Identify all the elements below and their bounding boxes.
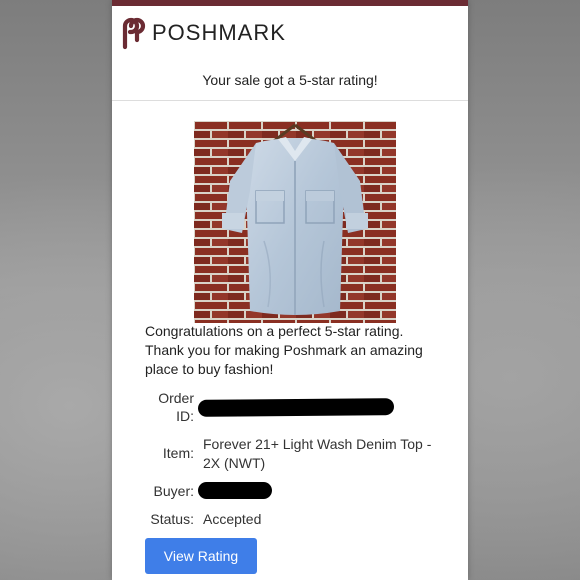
brand-top-bar (112, 0, 468, 6)
order-id-label: Order ID: (152, 389, 194, 425)
order-id-redaction (197, 398, 395, 417)
buyer-redaction (198, 482, 272, 499)
item-value-line2: 2X (NWT) (203, 455, 266, 471)
item-value-line1: Forever 21+ Light Wash Denim Top - (203, 436, 432, 452)
status-value: Accepted (203, 511, 262, 527)
message-line: Congratulations on a perfect 5-star rati… (145, 323, 404, 339)
poshmark-logo: POSHMARK (116, 16, 286, 50)
product-photo[interactable] (194, 121, 396, 323)
message-line: place to buy fashion! (145, 361, 274, 377)
email-headline: Your sale got a 5-star rating! (202, 72, 378, 88)
status-label: Status: (150, 511, 194, 527)
buyer-label: Buyer: (153, 483, 194, 499)
item-value[interactable]: Forever 21+ Light Wash Denim Top - 2X (N… (203, 435, 453, 473)
denim-shirt-image (194, 121, 396, 323)
poshmark-p-icon (122, 17, 146, 50)
order-label-line2: ID: (176, 408, 194, 424)
message-line: Thank you for making Poshmark an amazing (145, 342, 423, 358)
brand-name: POSHMARK (152, 20, 286, 45)
header-divider (112, 100, 468, 101)
order-label-line1: Order (158, 390, 194, 406)
item-label: Item: (162, 445, 194, 461)
email-card: POSHMARK Your sale got a 5-star rating! (112, 0, 468, 580)
congratulations-message: Congratulations on a perfect 5-star rati… (145, 322, 445, 379)
view-rating-button[interactable]: View Rating (145, 538, 257, 574)
